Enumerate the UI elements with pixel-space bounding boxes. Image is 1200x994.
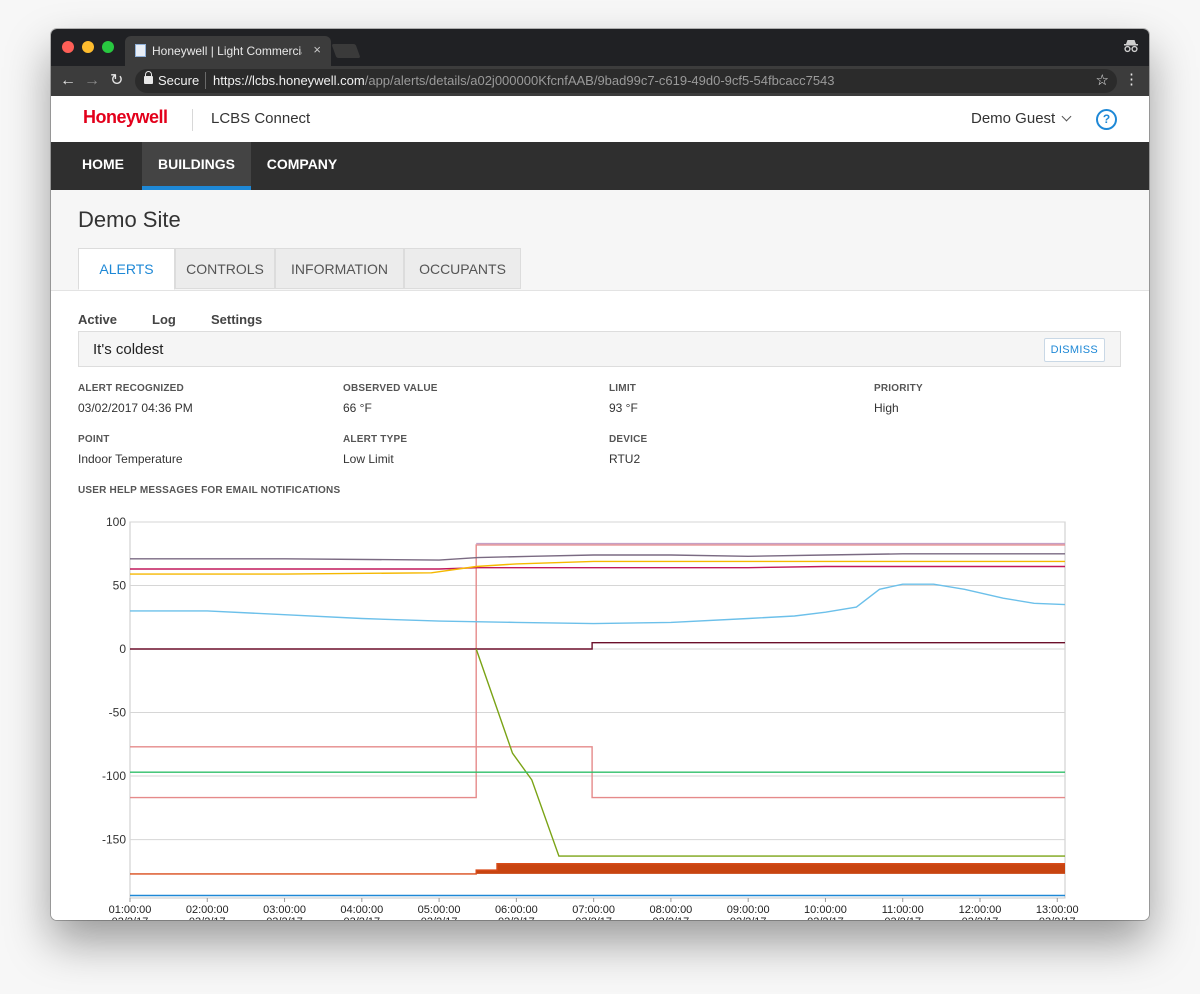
header-divider (192, 109, 193, 131)
limit-label: LIMIT (609, 383, 637, 394)
alert-type-label: ALERT TYPE (343, 434, 408, 445)
close-window-button[interactable] (62, 41, 74, 53)
x-tick-date-label: 03/2/17 (1039, 916, 1076, 920)
x-tick-date-label: 03/2/17 (575, 916, 612, 920)
x-tick-date-label: 03/2/17 (653, 916, 690, 920)
browser-tab[interactable]: Honeywell | Light Commercial × (125, 36, 331, 66)
point-label: POINT (78, 434, 110, 445)
x-tick-time-label: 11:00:00 (882, 904, 924, 916)
x-tick-time-label: 10:00:00 (804, 904, 847, 916)
x-tick-time-label: 02:00:00 (186, 904, 229, 916)
app-name: LCBS Connect (211, 110, 311, 127)
x-tick-date-label: 03/2/17 (498, 916, 535, 920)
minimize-window-button[interactable] (82, 41, 94, 53)
dismiss-button[interactable]: DISMISS (1043, 338, 1105, 362)
y-tick-label: 50 (113, 579, 127, 593)
x-tick-time-label: 06:00:00 (495, 904, 538, 916)
y-tick-label: -150 (102, 833, 126, 847)
chevron-down-icon (1061, 111, 1072, 122)
x-tick-date-label: 03/2/17 (730, 916, 767, 920)
priority-label: PRIORITY (874, 383, 923, 394)
device-label: DEVICE (609, 434, 648, 445)
y-tick-label: -100 (102, 769, 126, 783)
forward-icon[interactable]: → (84, 71, 100, 91)
x-tick-date-label: 03/2/17 (962, 916, 999, 920)
x-tick-time-label: 13:00:00 (1036, 904, 1079, 916)
point-value: Indoor Temperature (78, 452, 183, 466)
alert-recognized-label: ALERT RECOGNIZED (78, 383, 184, 394)
tab-alerts[interactable]: ALERTS (78, 248, 175, 290)
y-tick-label: -50 (109, 706, 127, 720)
x-tick-date-label: 03/2/17 (112, 916, 149, 920)
y-tick-label: 100 (106, 515, 126, 529)
x-tick-date-label: 03/2/17 (189, 916, 226, 920)
priority-value: High (874, 401, 899, 415)
x-tick-time-label: 04:00:00 (340, 904, 383, 916)
tab-strip: Honeywell | Light Commercial × (51, 29, 1149, 66)
maximize-window-button[interactable] (102, 41, 114, 53)
x-tick-time-label: 09:00:00 (727, 904, 770, 916)
alert-name: It's coldest (93, 341, 164, 358)
limit-value: 93 °F (609, 401, 638, 415)
tab-occupants[interactable]: OCCUPANTS (404, 248, 521, 289)
subnav-log[interactable]: Log (152, 312, 176, 327)
observed-value-label: OBSERVED VALUE (343, 383, 438, 394)
browser-window: Honeywell | Light Commercial × ← → ↻ Sec… (51, 29, 1149, 920)
y-tick-label: 0 (119, 642, 126, 656)
back-icon[interactable]: ← (60, 71, 76, 91)
user-menu[interactable]: Demo Guest (971, 110, 1072, 127)
honeywell-logo[interactable]: Honeywell (83, 107, 168, 128)
tab-information[interactable]: INFORMATION (275, 248, 404, 289)
device-value: RTU2 (609, 452, 641, 466)
trend-chart[interactable]: 100500-50-100-15001:00:0003/2/1702:00:00… (51, 510, 1149, 920)
main-content: Demo Site ALERTS CONTROLS INFORMATION OC… (51, 190, 1149, 920)
x-tick-date-label: 03/2/17 (807, 916, 844, 920)
address-bar[interactable]: Secure https://lcbs.honeywell.com/app/al… (135, 69, 1117, 93)
x-tick-date-label: 03/2/17 (884, 916, 921, 920)
url-path: /app/alerts/details/a02j000000KfcnfAAB/9… (364, 73, 835, 88)
x-tick-time-label: 07:00:00 (572, 904, 615, 916)
browser-menu-icon[interactable]: ⋮ (1124, 71, 1139, 89)
site-header: Demo Site ALERTS CONTROLS INFORMATION OC… (51, 190, 1149, 291)
new-tab-button[interactable] (331, 44, 361, 58)
help-icon[interactable]: ? (1096, 109, 1117, 130)
incognito-icon[interactable] (1123, 39, 1139, 53)
series-area-fill (476, 863, 1065, 874)
x-tick-time-label: 05:00:00 (418, 904, 461, 916)
user-name: Demo Guest (971, 110, 1056, 127)
nav-company[interactable]: COMPANY (257, 142, 347, 190)
main-nav: HOME BUILDINGS COMPANY (51, 142, 1149, 190)
nav-home[interactable]: HOME (65, 142, 141, 190)
x-tick-date-label: 03/2/17 (266, 916, 303, 920)
url-text[interactable]: https://lcbs.honeywell.com/app/alerts/de… (213, 73, 835, 88)
page-favicon-icon (135, 44, 146, 57)
x-tick-date-label: 03/2/17 (343, 916, 380, 920)
page-title: Demo Site (78, 207, 181, 232)
alert-bar: It's coldest DISMISS (78, 331, 1121, 367)
nav-buildings[interactable]: BUILDINGS (142, 142, 251, 190)
x-tick-time-label: 03:00:00 (263, 904, 306, 916)
secure-label: Secure (158, 73, 200, 88)
url-host: https://lcbs.honeywell.com (213, 73, 365, 88)
tab-controls[interactable]: CONTROLS (175, 248, 275, 289)
subnav-active[interactable]: Active (78, 312, 117, 327)
subnav-settings[interactable]: Settings (211, 312, 262, 327)
url-separator (205, 72, 206, 89)
lock-icon (144, 71, 153, 84)
app-header: Honeywell LCBS Connect Demo Guest ? (51, 96, 1149, 142)
x-tick-time-label: 08:00:00 (649, 904, 692, 916)
reload-icon[interactable]: ↻ (110, 71, 123, 91)
observed-value: 66 °F (343, 401, 372, 415)
tab-close-icon[interactable]: × (313, 42, 321, 57)
alert-type-value: Low Limit (343, 452, 394, 466)
bookmark-star-icon[interactable]: ☆ (1096, 71, 1109, 89)
browser-tab-title: Honeywell | Light Commercial (152, 44, 302, 58)
x-tick-time-label: 12:00:00 (959, 904, 1002, 916)
x-tick-time-label: 01:00:00 (109, 904, 152, 916)
x-tick-date-label: 03/2/17 (421, 916, 458, 920)
browser-toolbar: ← → ↻ Secure https://lcbs.honeywell.com/… (51, 66, 1149, 96)
plot-area (129, 521, 1066, 899)
help-messages-label: USER HELP MESSAGES FOR EMAIL NOTIFICATIO… (78, 485, 341, 496)
alert-recognized-value: 03/02/2017 04:36 PM (78, 401, 193, 415)
